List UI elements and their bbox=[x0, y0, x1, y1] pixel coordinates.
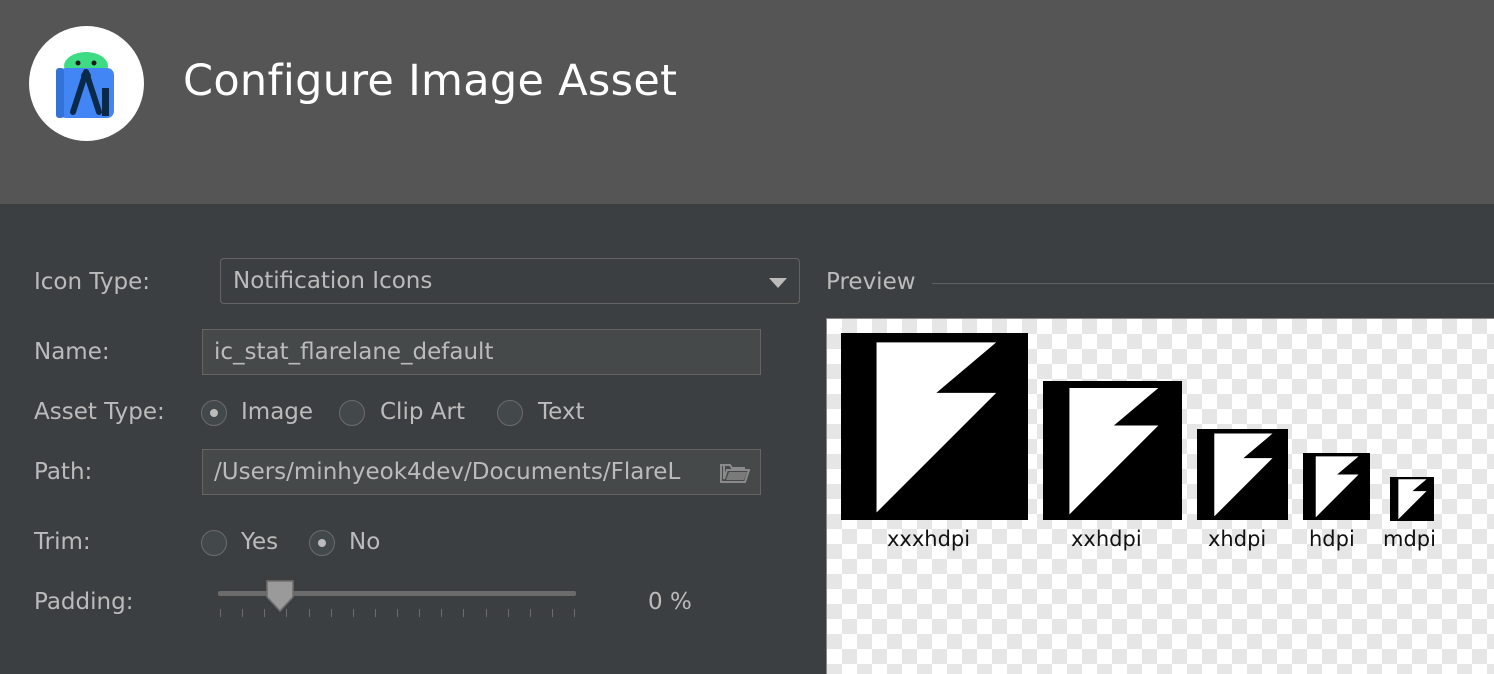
slider-tick bbox=[242, 609, 243, 617]
flarelane-bolt-icon bbox=[1043, 381, 1182, 520]
path-field[interactable]: /Users/minhyeok4dev/Documents/FlareL bbox=[202, 449, 761, 495]
slider-tick bbox=[441, 609, 442, 617]
density-label-xxxhdpi: xxxhdpi bbox=[887, 527, 971, 551]
asset-type-label: Asset Type: bbox=[34, 399, 165, 425]
divider bbox=[932, 283, 1494, 284]
android-studio-icon bbox=[29, 26, 144, 141]
path-label: Path: bbox=[34, 459, 93, 485]
slider-tick bbox=[264, 609, 265, 617]
icon-type-label: Icon Type: bbox=[34, 269, 150, 295]
trim-label: Trim: bbox=[34, 529, 91, 555]
path-value: /Users/minhyeok4dev/Documents/FlareL bbox=[214, 459, 681, 485]
dialog-header: Configure Image Asset bbox=[0, 0, 1494, 204]
icon-type-dropdown[interactable]: Notification Icons bbox=[220, 258, 800, 304]
radio-label: No bbox=[349, 529, 381, 555]
slider-thumb-icon[interactable] bbox=[265, 579, 295, 617]
density-label-hdpi: hdpi bbox=[1309, 527, 1355, 551]
preview-canvas: xxxhdpi xxhdpi xhdpi hdpi mdpi bbox=[826, 318, 1494, 674]
slider-tick bbox=[508, 609, 509, 617]
slider-tick bbox=[574, 609, 575, 617]
folder-icon[interactable] bbox=[720, 461, 751, 489]
slider-tick bbox=[530, 609, 531, 617]
flarelane-bolt-icon bbox=[1197, 429, 1288, 520]
dialog-title: Configure Image Asset bbox=[183, 56, 678, 106]
radio-button[interactable] bbox=[201, 530, 227, 556]
slider-tick bbox=[486, 609, 487, 617]
chevron-down-icon bbox=[769, 278, 787, 288]
padding-label: Padding: bbox=[34, 589, 134, 615]
radio-label: Yes bbox=[241, 529, 279, 555]
radio-button[interactable] bbox=[497, 400, 523, 426]
slider-tick bbox=[463, 609, 464, 617]
density-label-xxhdpi: xxhdpi bbox=[1071, 527, 1142, 551]
density-label-xhdpi: xhdpi bbox=[1208, 527, 1267, 551]
radio-button[interactable] bbox=[339, 400, 365, 426]
flarelane-bolt-icon bbox=[1390, 477, 1434, 521]
slider-tick bbox=[419, 609, 420, 617]
padding-value: 0 % bbox=[648, 589, 692, 615]
radio-button[interactable] bbox=[309, 530, 335, 556]
slider-tick bbox=[309, 609, 310, 617]
flarelane-bolt-icon bbox=[841, 333, 1028, 520]
slider-tick bbox=[552, 609, 553, 617]
slider-tick bbox=[375, 609, 376, 617]
slider-tick bbox=[397, 609, 398, 617]
radio-label: Image bbox=[241, 399, 314, 425]
name-field[interactable]: ic_stat_flarelane_default bbox=[202, 329, 761, 375]
name-value: ic_stat_flarelane_default bbox=[214, 339, 494, 365]
radio-button[interactable] bbox=[201, 400, 227, 426]
slider-tick bbox=[353, 609, 354, 617]
radio-label: Clip Art bbox=[380, 399, 465, 425]
flarelane-bolt-icon bbox=[1303, 453, 1370, 520]
icon-type-value: Notification Icons bbox=[233, 268, 433, 294]
preview-label: Preview bbox=[826, 269, 916, 295]
slider-tick bbox=[220, 609, 221, 617]
density-label-mdpi: mdpi bbox=[1383, 527, 1436, 551]
slider-tick bbox=[331, 609, 332, 617]
slider-tick bbox=[286, 609, 287, 617]
name-label: Name: bbox=[34, 339, 110, 365]
radio-label: Text bbox=[538, 399, 585, 425]
